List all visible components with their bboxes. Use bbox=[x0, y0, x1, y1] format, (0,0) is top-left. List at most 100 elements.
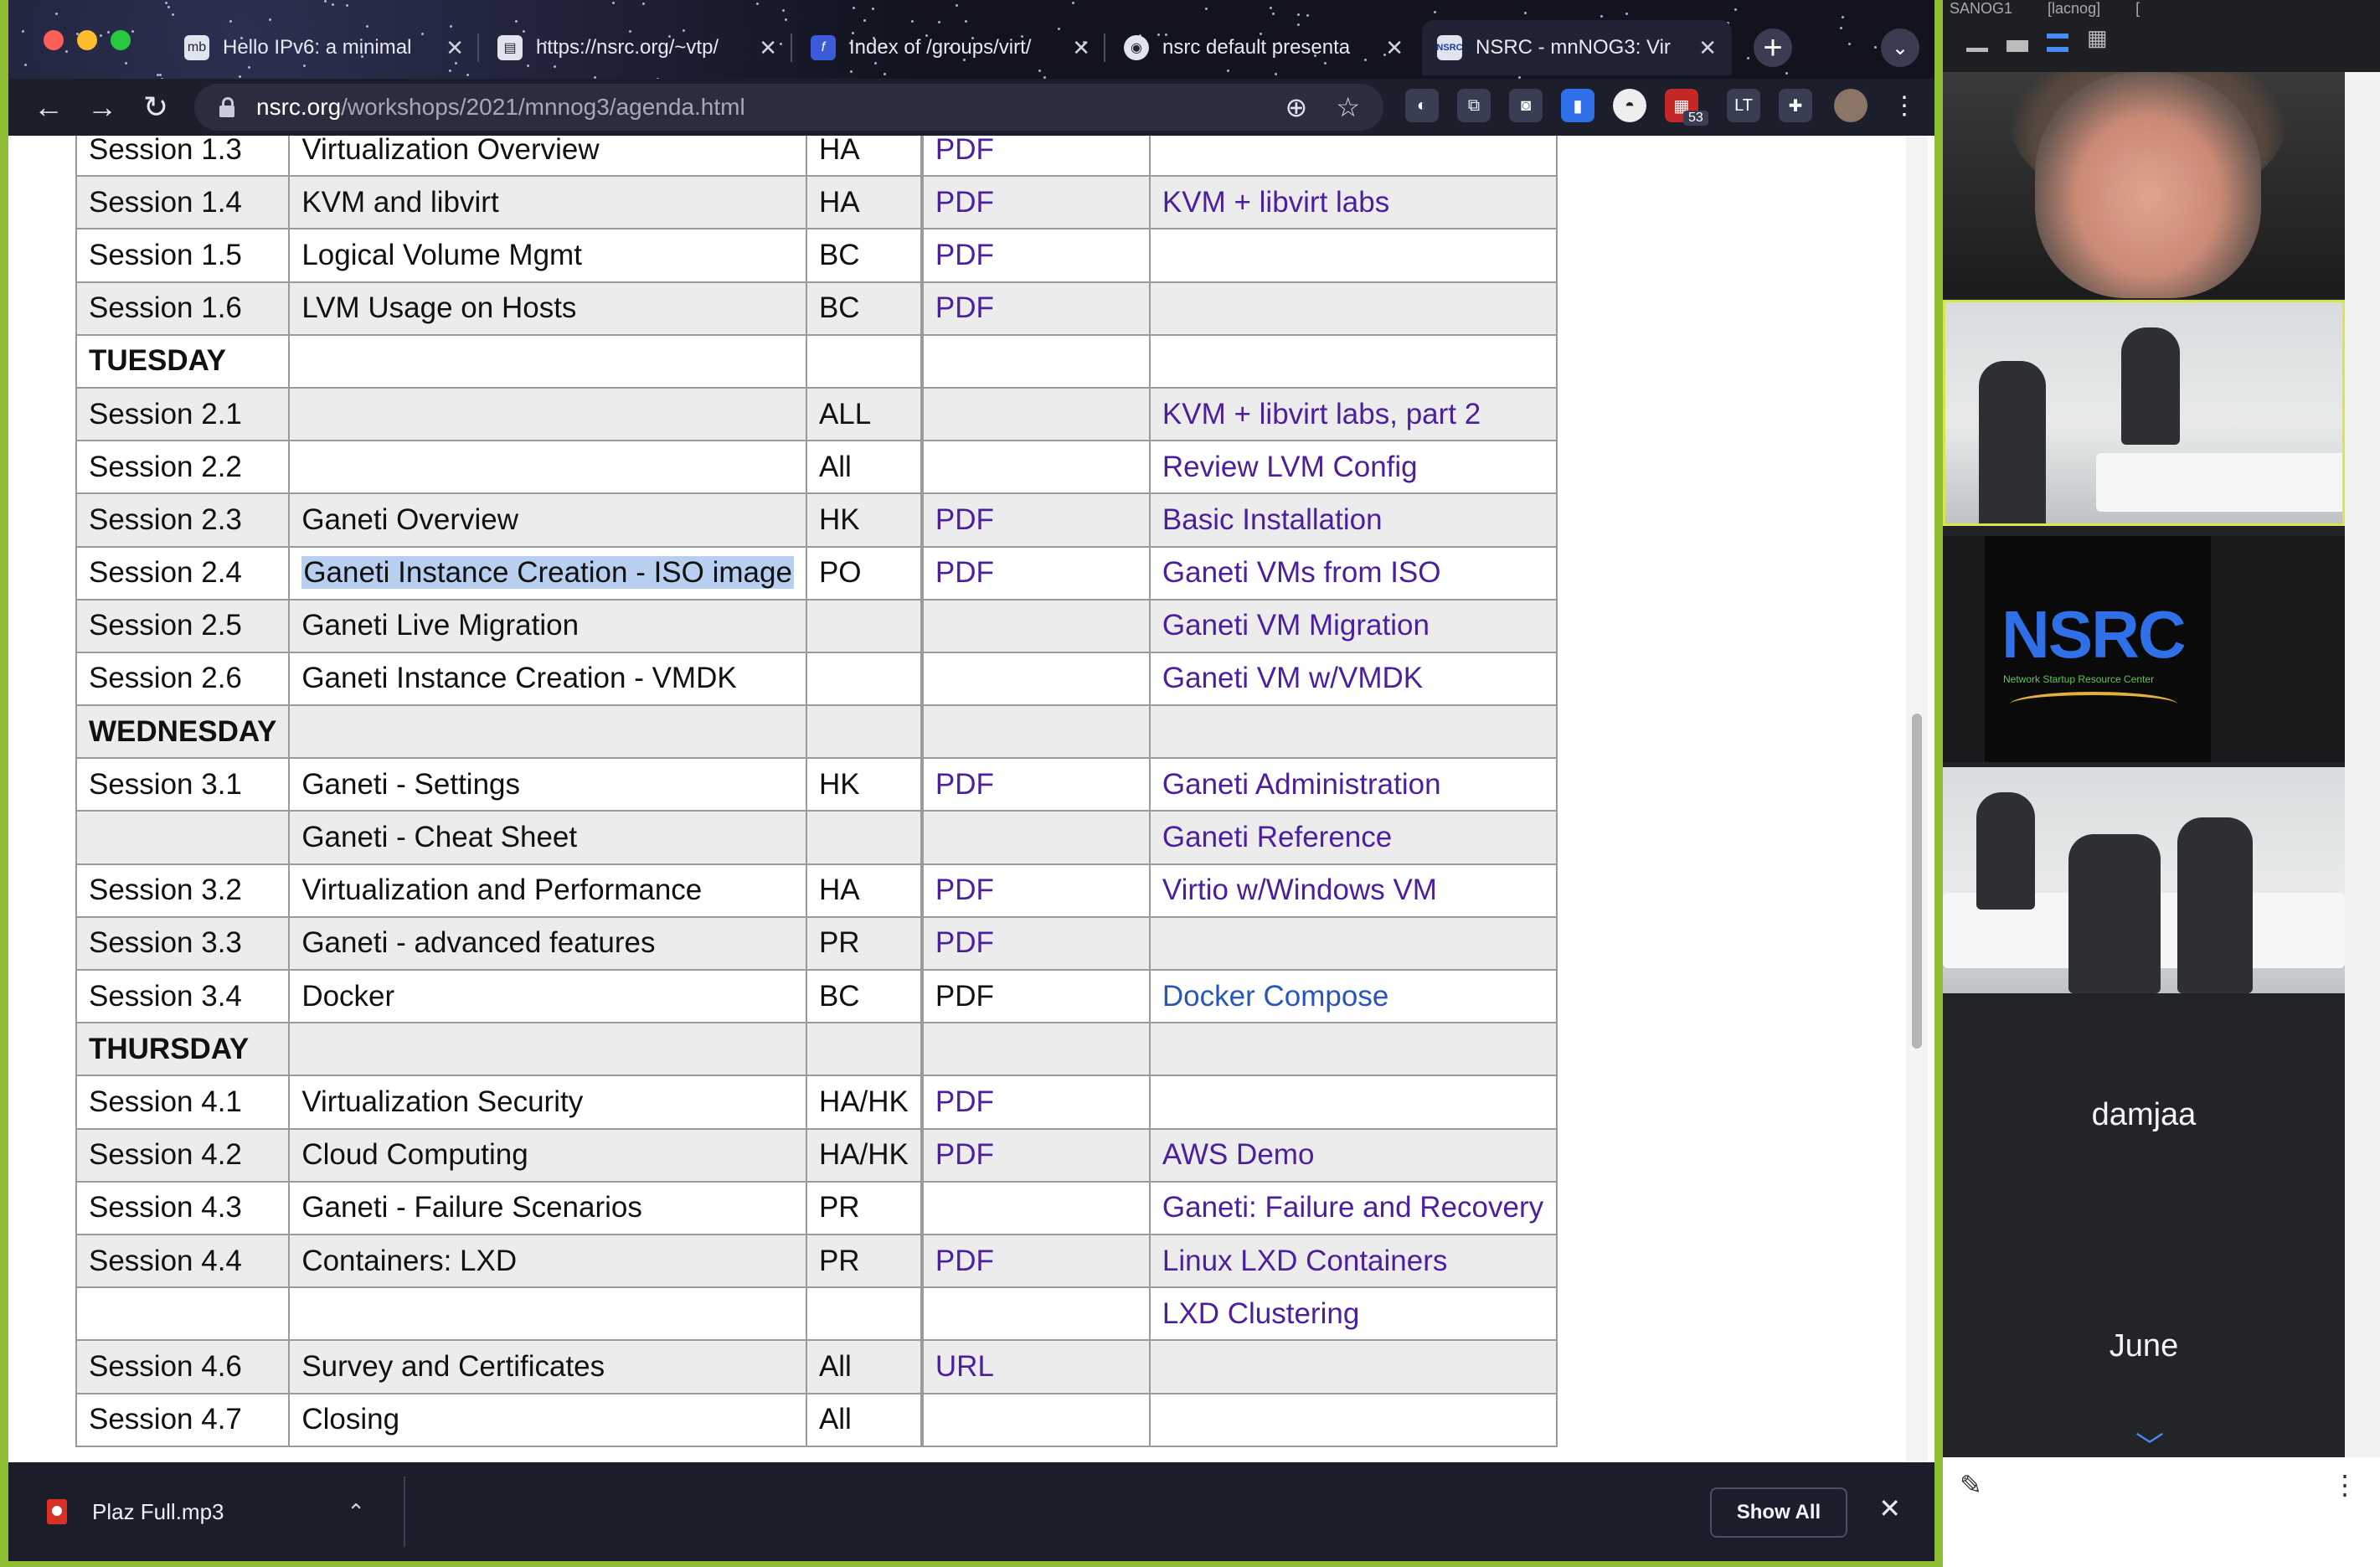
scrollbar[interactable] bbox=[1906, 136, 1928, 1462]
lab-link-cell bbox=[1148, 136, 1558, 178]
close-tab-icon[interactable]: ✕ bbox=[446, 35, 464, 61]
topic-cell-text: Containers: LXD bbox=[301, 1244, 518, 1277]
tab-hello-ipv6[interactable]: mb Hello IPv6: a minimal ✕ bbox=[169, 20, 479, 75]
topic-cell: Virtualization Overview bbox=[288, 136, 807, 178]
close-tab-icon[interactable]: ✕ bbox=[1072, 35, 1090, 61]
minimize-window-button[interactable] bbox=[77, 30, 97, 50]
profile-avatar[interactable] bbox=[1834, 89, 1867, 122]
lab-link-cell-text[interactable]: Ganeti: Failure and Recovery bbox=[1162, 1191, 1543, 1224]
lab-link-cell bbox=[1148, 228, 1558, 283]
topic-cell-text: Logical Volume Mgmt bbox=[301, 238, 582, 271]
download-item[interactable]: Plaz Full.mp3 ⌃ bbox=[8, 1477, 405, 1547]
tab-search-icon[interactable]: ⌄ bbox=[1881, 28, 1919, 67]
lab-link-cell-text[interactable]: Review LVM Config bbox=[1162, 451, 1418, 483]
lab-link-cell bbox=[1148, 1022, 1558, 1077]
extension-icon[interactable]: ◐ bbox=[1405, 89, 1439, 122]
slides-link-cell-text[interactable]: PDF bbox=[935, 239, 994, 271]
table-row: Session 2.1 ALL KVM + libvirt labs, part 2 bbox=[75, 386, 1558, 442]
lab-link-cell-text[interactable]: Ganeti VM Migration bbox=[1162, 609, 1430, 642]
new-tab-button[interactable]: + bbox=[1754, 28, 1792, 67]
strip-view-icon[interactable] bbox=[2047, 34, 2068, 52]
slides-link-cell-text[interactable]: PDF bbox=[935, 874, 994, 906]
lab-link-cell-text[interactable]: Ganeti Reference bbox=[1162, 821, 1392, 853]
slides-link-cell-text[interactable]: PDF bbox=[935, 1245, 994, 1277]
close-tab-icon[interactable]: ✕ bbox=[759, 35, 777, 61]
tab-nsrc-vtp[interactable]: ▤ https://nsrc.org/~vtp/ ✕ bbox=[482, 20, 792, 75]
meeting-toolbar: SANOG1 [lacnog] [ ▦ bbox=[1943, 0, 2380, 72]
slides-link-cell-text[interactable]: PDF bbox=[935, 136, 994, 166]
zoom-icon[interactable]: ⊕ bbox=[1285, 91, 1308, 123]
slides-link-cell: PDF bbox=[920, 1075, 1151, 1130]
more-dots-icon: ⋮ bbox=[2331, 1470, 2358, 1500]
menu-dots-icon[interactable]: ⋮ bbox=[1888, 89, 1921, 122]
presenter-cell-text: BC bbox=[818, 979, 860, 1013]
puzzle-icon[interactable]: ✚ bbox=[1779, 89, 1812, 122]
close-window-button[interactable] bbox=[44, 30, 64, 50]
scrollbar-thumb[interactable] bbox=[1912, 714, 1922, 1049]
participant-video-tile[interactable] bbox=[1943, 767, 2345, 993]
lab-link-cell-text[interactable]: Basic Installation bbox=[1162, 503, 1383, 536]
table-row: Session 2.4 Ganeti Instance Creation - IS… bbox=[75, 545, 1558, 601]
side-strip bbox=[2345, 72, 2380, 1457]
slides-link-cell-text[interactable]: PDF bbox=[935, 768, 994, 801]
chevron-up-icon[interactable]: ⌃ bbox=[347, 1499, 365, 1525]
participant-name: damjaa bbox=[2091, 1096, 2197, 1132]
tab-index-groups-virt[interactable]: f Index of /groups/virt/ ✕ bbox=[796, 20, 1105, 75]
forward-arrow-icon[interactable]: → bbox=[80, 85, 124, 129]
participant-video-tile[interactable] bbox=[1943, 72, 2345, 298]
speaker-view-icon[interactable] bbox=[2007, 40, 2028, 52]
lab-link-cell bbox=[1148, 333, 1558, 389]
lab-link-cell bbox=[1148, 915, 1558, 972]
slides-link-cell-text[interactable]: PDF bbox=[935, 1085, 994, 1118]
slides-link-cell-text[interactable]: PDF bbox=[935, 186, 994, 219]
day-header-row: THURSDAY bbox=[75, 1022, 1558, 1077]
day-header-row: TUESDAY bbox=[75, 333, 1558, 389]
show-all-button[interactable]: Show All bbox=[1710, 1487, 1847, 1538]
close-icon[interactable]: ✕ bbox=[1878, 1492, 1901, 1524]
back-arrow-icon[interactable]: ← bbox=[27, 85, 70, 129]
maximize-window-button[interactable] bbox=[111, 30, 131, 50]
slides-link-cell-text[interactable]: PDF bbox=[935, 1138, 994, 1171]
address-bar[interactable]: nsrc.org /workshops/2021/mnnog3/agenda.h… bbox=[194, 84, 1383, 131]
bookmark-star-icon[interactable]: ☆ bbox=[1336, 91, 1360, 123]
minimize-view-icon[interactable] bbox=[1966, 34, 1988, 52]
session-cell-text: Session 2.5 bbox=[89, 609, 242, 642]
topic-cell: Logical Volume Mgmt bbox=[288, 228, 807, 283]
slides-link-cell-text[interactable]: PDF bbox=[935, 556, 994, 589]
extension-icon[interactable]: ⧉ bbox=[1457, 89, 1491, 122]
lab-link-cell-text[interactable]: KVM + libvirt labs, part 2 bbox=[1162, 398, 1481, 430]
lab-link-cell-text[interactable]: Docker Compose bbox=[1162, 980, 1388, 1013]
session-cell-text: Session 4.6 bbox=[89, 1349, 242, 1383]
session-cell: WEDNESDAY bbox=[75, 704, 291, 760]
language-tool-icon[interactable]: LT bbox=[1727, 89, 1760, 122]
slides-link-cell-text[interactable]: PDF bbox=[935, 291, 994, 324]
lab-link-cell-text[interactable]: AWS Demo bbox=[1162, 1138, 1315, 1171]
gallery-view-icon[interactable]: ▦ bbox=[2087, 25, 2109, 50]
lab-link-cell-text[interactable]: KVM + libvirt labs bbox=[1162, 186, 1389, 219]
close-tab-icon[interactable]: ✕ bbox=[1385, 35, 1404, 61]
participant-logo-tile[interactable]: NSRC Network Startup Resource Center bbox=[1943, 536, 2345, 762]
participant-video-tile-active[interactable] bbox=[1943, 300, 2345, 526]
lab-link-cell-text[interactable]: Ganeti Administration bbox=[1162, 768, 1441, 801]
lab-link-cell-text[interactable]: Ganeti VM w/VMDK bbox=[1162, 662, 1423, 694]
slides-link-cell-text[interactable]: URL bbox=[935, 1350, 994, 1383]
participant-name-tile[interactable]: damjaa bbox=[1943, 1002, 2345, 1228]
lab-link-cell-text[interactable]: Ganeti VMs from ISO bbox=[1162, 556, 1441, 589]
table-row: Session 1.3 Virtualization Overview HA PDF bbox=[75, 136, 1558, 178]
lock-icon bbox=[218, 97, 236, 117]
session-cell: Session 4.7 bbox=[75, 1392, 291, 1447]
slides-link-cell-text[interactable]: PDF bbox=[935, 503, 994, 536]
close-tab-icon[interactable]: ✕ bbox=[1698, 35, 1717, 61]
tab-nsrc-mnnog3[interactable]: NSRC NSRC - mnNOG3: Vir ✕ bbox=[1422, 20, 1732, 75]
lab-link-cell-text[interactable]: Virtio w/Windows VM bbox=[1162, 874, 1437, 906]
extension-icon[interactable]: ◓ bbox=[1613, 89, 1646, 122]
camera-icon[interactable]: ◙ bbox=[1509, 89, 1543, 122]
session-cell: TUESDAY bbox=[75, 333, 291, 389]
reload-icon[interactable]: ↻ bbox=[134, 85, 178, 129]
topic-cell: Ganeti Overview bbox=[288, 492, 807, 548]
bookmark-extension-icon[interactable]: ▮ bbox=[1561, 89, 1594, 122]
tab-nsrc-presentation[interactable]: ◉ nsrc default presenta ✕ bbox=[1109, 20, 1419, 75]
slides-link-cell-text[interactable]: PDF bbox=[935, 926, 994, 959]
lab-link-cell-text[interactable]: LXD Clustering bbox=[1162, 1297, 1359, 1330]
lab-link-cell-text[interactable]: Linux LXD Containers bbox=[1162, 1245, 1447, 1277]
